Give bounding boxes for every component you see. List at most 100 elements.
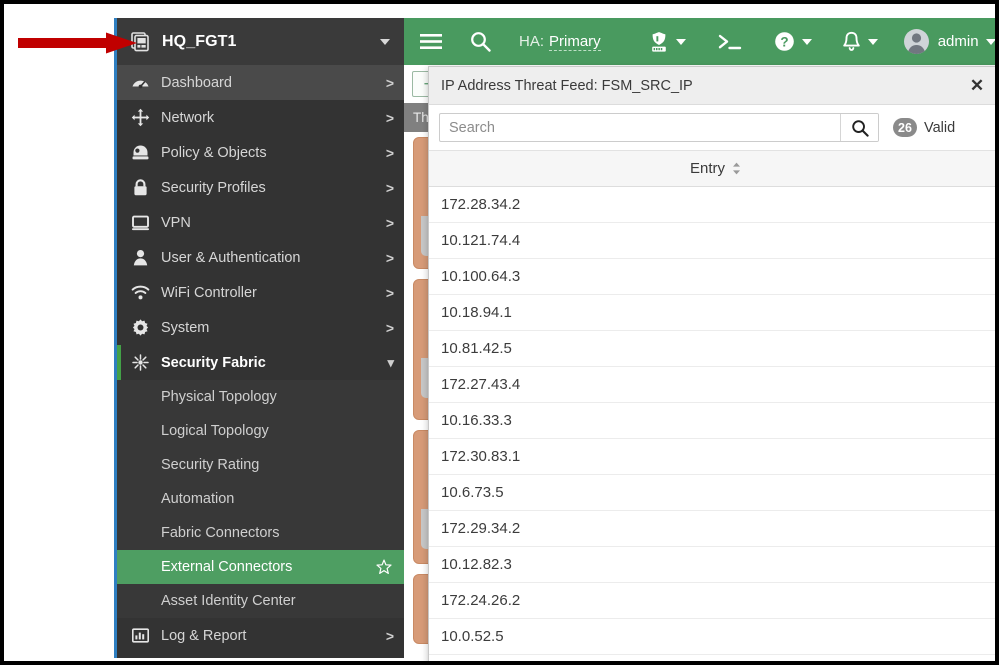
- cli-console-icon[interactable]: [718, 33, 742, 51]
- sidebar: HQ_FGT1 Dashboard > Network > Policy & O…: [114, 18, 404, 658]
- avatar: [903, 29, 929, 54]
- dashboard-gauge-icon: [131, 73, 150, 92]
- search-input[interactable]: [440, 114, 840, 141]
- device-name-label: HQ_FGT1: [162, 32, 237, 50]
- chevron-right-icon: >: [385, 144, 394, 161]
- screenshot-frame: + Th HA: Primary: [0, 0, 999, 665]
- monitor-icon: [131, 213, 150, 232]
- help-question-icon[interactable]: ?: [774, 31, 812, 52]
- chevron-down-icon: ▾: [387, 355, 394, 370]
- search-field-wrapper[interactable]: [439, 113, 879, 142]
- chevron-down-icon[interactable]: [675, 38, 686, 45]
- device-stack-icon: [131, 31, 153, 53]
- table-row[interactable]: 10.16.33.3: [429, 403, 995, 439]
- sidebar-item-label: Security Fabric: [161, 354, 266, 371]
- sidebar-item-label: Log & Report: [161, 627, 247, 644]
- sidebar-item-label: User & Authentication: [161, 249, 301, 266]
- table-row[interactable]: 10.121.74.4: [429, 223, 995, 259]
- chevron-right-icon: >: [385, 284, 394, 301]
- sidebar-subitem-external-connectors[interactable]: External Connectors: [117, 550, 404, 584]
- sidebar-subitem-physical-topology[interactable]: Physical Topology: [117, 380, 404, 414]
- sidebar-item-label: Security Profiles: [161, 179, 266, 196]
- sidebar-subitem-label: Asset Identity Center: [161, 593, 296, 609]
- table-row[interactable]: 10.81.42.5: [429, 331, 995, 367]
- table-row[interactable]: 10.0.52.5: [429, 619, 995, 655]
- table-row[interactable]: 172.24.26.2: [429, 583, 995, 619]
- sort-arrows-icon[interactable]: [732, 162, 741, 175]
- search-submit-button[interactable]: [840, 114, 878, 141]
- column-header-label: Entry: [689, 160, 725, 177]
- policy-shield-icon: [131, 143, 150, 162]
- sidebar-item-log-report[interactable]: Log & Report >: [117, 618, 404, 653]
- sidebar-item-label: Policy & Objects: [161, 144, 267, 161]
- table-row[interactable]: 10.100.64.3: [429, 259, 995, 295]
- table-row[interactable]: 172.30.83.1: [429, 439, 995, 475]
- svg-text:?: ?: [780, 34, 788, 49]
- security-fabric-icon: [131, 353, 150, 372]
- sidebar-item-security-fabric[interactable]: Security Fabric ▾: [117, 345, 404, 380]
- table-column-header-entry[interactable]: Entry: [429, 150, 995, 187]
- valid-count-badge: 26: [893, 118, 917, 137]
- sidebar-item-label: Network: [161, 109, 215, 126]
- sidebar-item-system[interactable]: System >: [117, 310, 404, 345]
- sidebar-item-user-authentication[interactable]: User & Authentication >: [117, 240, 404, 275]
- sidebar-item-vpn[interactable]: VPN >: [117, 205, 404, 240]
- user-icon: [131, 248, 150, 267]
- wifi-icon: [131, 283, 150, 302]
- ha-status[interactable]: HA: Primary: [519, 33, 601, 51]
- sidebar-item-policy-objects[interactable]: Policy & Objects >: [117, 135, 404, 170]
- chevron-down-icon[interactable]: [380, 38, 390, 45]
- sidebar-subitem-fabric-connectors[interactable]: Fabric Connectors: [117, 516, 404, 550]
- device-selector[interactable]: HQ_FGT1: [117, 18, 404, 65]
- sidebar-item-label: System: [161, 319, 210, 336]
- table-row[interactable]: 172.28.34.2: [429, 187, 995, 223]
- network-arrows-icon: [131, 108, 150, 127]
- sidebar-subitem-label: External Connectors: [161, 559, 293, 575]
- chevron-down-icon[interactable]: [867, 38, 878, 45]
- sidebar-item-wifi-controller[interactable]: WiFi Controller >: [117, 275, 404, 310]
- chevron-right-icon: >: [385, 319, 394, 336]
- entry-table-body: 172.28.34.2 10.121.74.4 10.100.64.3 10.1…: [429, 187, 995, 661]
- table-row[interactable]: 172.27.43.4: [429, 367, 995, 403]
- sidebar-item-dashboard[interactable]: Dashboard >: [117, 65, 404, 100]
- gear-icon: [131, 318, 150, 337]
- sidebar-item-label: WiFi Controller: [161, 284, 257, 301]
- top-header-bar: HA: Primary ? admin: [404, 18, 995, 65]
- lock-icon: [131, 178, 150, 197]
- dialog-search-bar: 26 Valid: [429, 105, 995, 150]
- chevron-right-icon: >: [385, 74, 394, 91]
- chevron-right-icon: >: [385, 249, 394, 266]
- sidebar-subitem-security-rating[interactable]: Security Rating: [117, 448, 404, 482]
- log-report-chart-icon: [131, 626, 150, 645]
- search-icon[interactable]: [470, 31, 491, 52]
- sidebar-item-network[interactable]: Network >: [117, 100, 404, 135]
- sidebar-subitem-automation[interactable]: Automation: [117, 482, 404, 516]
- chevron-down-icon[interactable]: [801, 38, 812, 45]
- table-row[interactable]: 10.6.73.5: [429, 475, 995, 511]
- ha-status-label: HA:: [519, 33, 545, 50]
- dialog-title: IP Address Threat Feed: FSM_SRC_IP: [441, 77, 693, 94]
- sidebar-subitem-label: Automation: [161, 491, 235, 507]
- screenshot-canvas: + Th HA: Primary: [4, 4, 995, 661]
- close-icon[interactable]: ✕: [966, 75, 988, 97]
- notification-bell-icon[interactable]: [842, 31, 878, 52]
- valid-entries-status: 26 Valid: [893, 118, 955, 137]
- chevron-down-icon[interactable]: [985, 38, 995, 45]
- sidebar-subitem-logical-topology[interactable]: Logical Topology: [117, 414, 404, 448]
- sidebar-item-label: Dashboard: [161, 74, 232, 91]
- favorite-star-icon[interactable]: [376, 559, 392, 575]
- table-row[interactable]: 10.12.82.3: [429, 547, 995, 583]
- chevron-right-icon: >: [385, 109, 394, 126]
- table-row[interactable]: 172.29.34.2: [429, 511, 995, 547]
- fortiguard-gauge-icon[interactable]: [649, 31, 686, 53]
- user-menu[interactable]: admin: [903, 29, 995, 54]
- chevron-right-icon: >: [385, 214, 394, 231]
- sidebar-item-security-profiles[interactable]: Security Profiles >: [117, 170, 404, 205]
- table-row[interactable]: 10.18.94.1: [429, 295, 995, 331]
- sidebar-subitem-asset-identity-center[interactable]: Asset Identity Center: [117, 584, 404, 618]
- username-label: admin: [937, 33, 979, 50]
- hamburger-menu-icon[interactable]: [420, 33, 442, 50]
- threat-feed-dialog: IP Address Threat Feed: FSM_SRC_IP ✕ 26 …: [428, 66, 995, 661]
- sidebar-item-label: VPN: [161, 214, 191, 231]
- ha-status-value: Primary: [549, 32, 601, 51]
